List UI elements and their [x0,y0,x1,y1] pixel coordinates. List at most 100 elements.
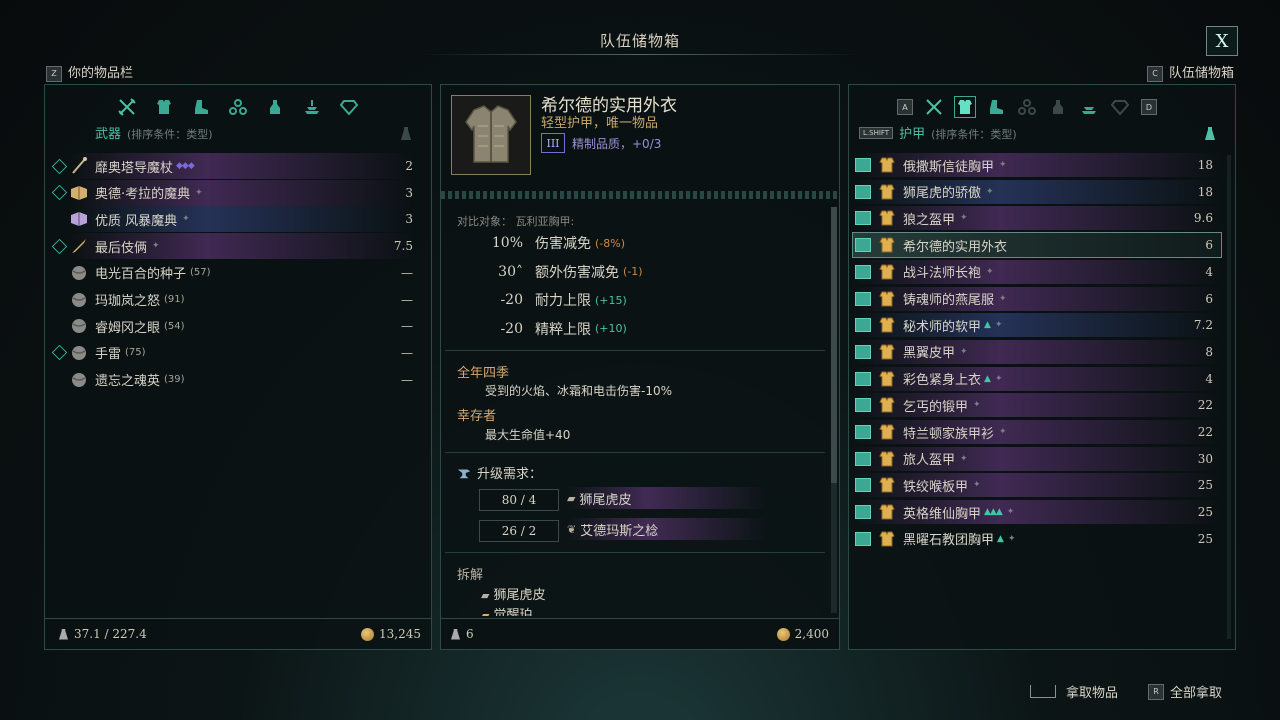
item-name: 电光百合的种子 [95,267,187,283]
item-weight: 6 [1205,238,1213,253]
crafting-category-icon[interactable] [1079,97,1099,117]
item-name: 睿姆冈之眼 [95,320,161,336]
perk-title-1: 全年四季 [457,366,510,381]
stash-item-row[interactable]: 黑翼皮甲 ✦ 8 [853,339,1221,364]
inventory-item-row[interactable]: 睿姆冈之眼 (54) — [69,313,413,339]
stash-item-row[interactable]: 狮尾虎的骄傲 ✦ 18 [853,179,1221,204]
item-name: 特兰顿家族甲衫 [903,426,995,442]
boots-category-icon[interactable] [986,97,1006,117]
category-label: 武器 (排序条件：类型) [95,123,213,142]
ball-icon [69,316,89,336]
item-weight: 6 [1205,291,1213,306]
gems-category-icon[interactable] [1110,97,1130,117]
stash-item-row[interactable]: 战斗法师长袍 ✦ 4 [853,259,1221,284]
stash-item-row[interactable]: 希尔德的实用外衣 6 [852,232,1222,259]
hide-icon: ▰ [481,589,490,602]
stat-label: 耐力上限 [535,293,591,309]
stash-item-row[interactable]: 铁绞喉板甲 ✦ 25 [853,473,1221,498]
star-icon: ✦ [994,373,1003,384]
ball-icon [69,343,89,363]
weapons-category-icon[interactable] [924,97,944,117]
inventory-item-row[interactable]: 最后伎俩 ✦ 7.5 [51,233,413,260]
ball-icon [69,263,89,283]
key-hint-c: C [1146,65,1163,82]
detail-footer: 6 2,400 [441,618,839,649]
take-all-hint[interactable]: R 全部拿取 [1148,682,1222,701]
stash-scrollbar[interactable] [1227,155,1231,639]
inventory-item-row[interactable]: 优质 风暴魔典 ✦ 3 [69,206,413,233]
star-icon: ✦ [973,480,981,491]
divider-1 [445,350,825,351]
your-inventory-tab[interactable]: Z 你的物品栏 [46,62,133,82]
detail-scrollbar[interactable] [831,207,837,613]
item-weight: 3 [405,212,413,227]
inventory-item-row[interactable]: 奥德·考拉的魔典 ✦ 3 [51,179,413,206]
consumables-category-icon[interactable] [265,97,285,117]
take-item-hint[interactable]: 拿取物品 [1030,682,1118,701]
stash-item-row[interactable]: 俄撒斯信徒胸甲 ✦ 18 [853,153,1221,177]
consumables-category-icon[interactable] [1048,97,1068,117]
ball-icon [69,370,89,390]
star-icon: ✦ [195,187,203,198]
item-weight: 9.6 [1193,211,1213,226]
divider-3 [445,552,825,553]
armor-category-icon[interactable] [954,96,976,118]
inventory-gold: 13,245 [379,627,421,641]
divider-2 [445,452,825,453]
weapons-category-icon[interactable] [117,97,137,117]
item-name: 靡奥塔导魔杖 [95,160,174,176]
stash-item-row[interactable]: 秘术师的软甲 ▲ ✦ 7.2 [853,313,1221,338]
stat-row: 10% 伤害减免 (-8%) [457,233,625,253]
your-inventory-label: 你的物品栏 [68,66,134,81]
accessories-category-icon[interactable] [1017,97,1037,117]
item-name: 乞丐的锻甲 [903,399,969,415]
window-title: 队伍储物箱 [599,32,680,50]
armor-icon [877,422,897,442]
item-name: 秘术师的软甲 [903,319,982,335]
inventory-item-row[interactable]: 靡奥塔导魔杖 ◆◆◆ 2 [51,153,413,179]
accessories-category-icon[interactable] [228,97,248,117]
equipped-marker-icon [51,238,68,254]
weight-filter-icon[interactable] [1205,127,1215,140]
title-divider [420,54,860,55]
stat-diff: (-8%) [595,236,626,250]
item-name: 黑曜石教团胸甲 [903,533,995,549]
boots-category-icon[interactable] [191,97,211,117]
party-stash-tab[interactable]: C 队伍储物箱 [1146,62,1234,82]
stash-item-row[interactable]: 彩色紧身上衣 ▲ ✦ 4 [853,366,1221,391]
inventory-item-row[interactable]: 电光百合的种子 (57) — [69,260,413,286]
stash-item-row[interactable]: 特兰顿家族甲衫 ✦ 22 [853,420,1221,444]
star-icon: ✦ [960,346,968,357]
armor-icon [877,502,897,522]
category-label: L.SHIFT 护甲 (排序条件：类型) [859,123,1017,142]
stash-item-row[interactable]: 英格维仙胸甲 ▲▲▲ ✦ 25 [853,500,1221,525]
category-name: 武器 [95,127,122,142]
item-name: 铸魂师的燕尾服 [903,293,995,308]
gold-coin-icon [361,627,374,641]
gems-category-icon[interactable] [339,97,359,117]
stash-item-row[interactable]: 铸魂师的燕尾服 ✦ 6 [853,286,1221,311]
item-name: 彩色紧身上衣 [903,373,982,389]
key-hint-a: A [897,99,913,115]
key-hint-d: D [1141,99,1157,115]
weight-icon [451,628,460,640]
inventory-item-row[interactable]: 遗忘之魂英 (39) — [69,367,413,393]
close-button[interactable]: X [1206,26,1238,56]
weight-filter-icon[interactable] [401,127,411,140]
take-all-label: 全部拿取 [1170,686,1223,701]
armor-category-icon[interactable] [154,97,174,117]
stash-item-row[interactable]: 黑曜石教团胸甲 ▲ ✦ 25 [853,527,1221,551]
item-weight: 18 [1197,158,1213,172]
item-name: 旅人盔甲 [903,453,956,469]
stash-item-row[interactable]: 乞丐的锻甲 ✦ 22 [853,393,1221,418]
party-stash-panel: A D L.SHIFT 护甲 (排序条件：类型) 俄撒斯信徒胸甲 ✦ 18 狮尾虎的骄傲… [848,84,1236,650]
stash-item-row[interactable]: 旅人盔甲 ✦ 30 [853,446,1221,471]
crafting-category-icon[interactable] [302,97,322,117]
stash-chest-icon [855,398,871,413]
star-icon: ✦ [999,160,1007,170]
inventory-item-row[interactable]: 玛珈岚之怒 (91) — [69,287,413,313]
material-name: 狮尾虎皮 [579,492,632,508]
inventory-item-row[interactable]: 手雷 (75) — [51,340,413,366]
item-weight: 22 [1197,425,1213,439]
stash-item-row[interactable]: 狼之盔甲 ✦ 9.6 [853,206,1221,231]
